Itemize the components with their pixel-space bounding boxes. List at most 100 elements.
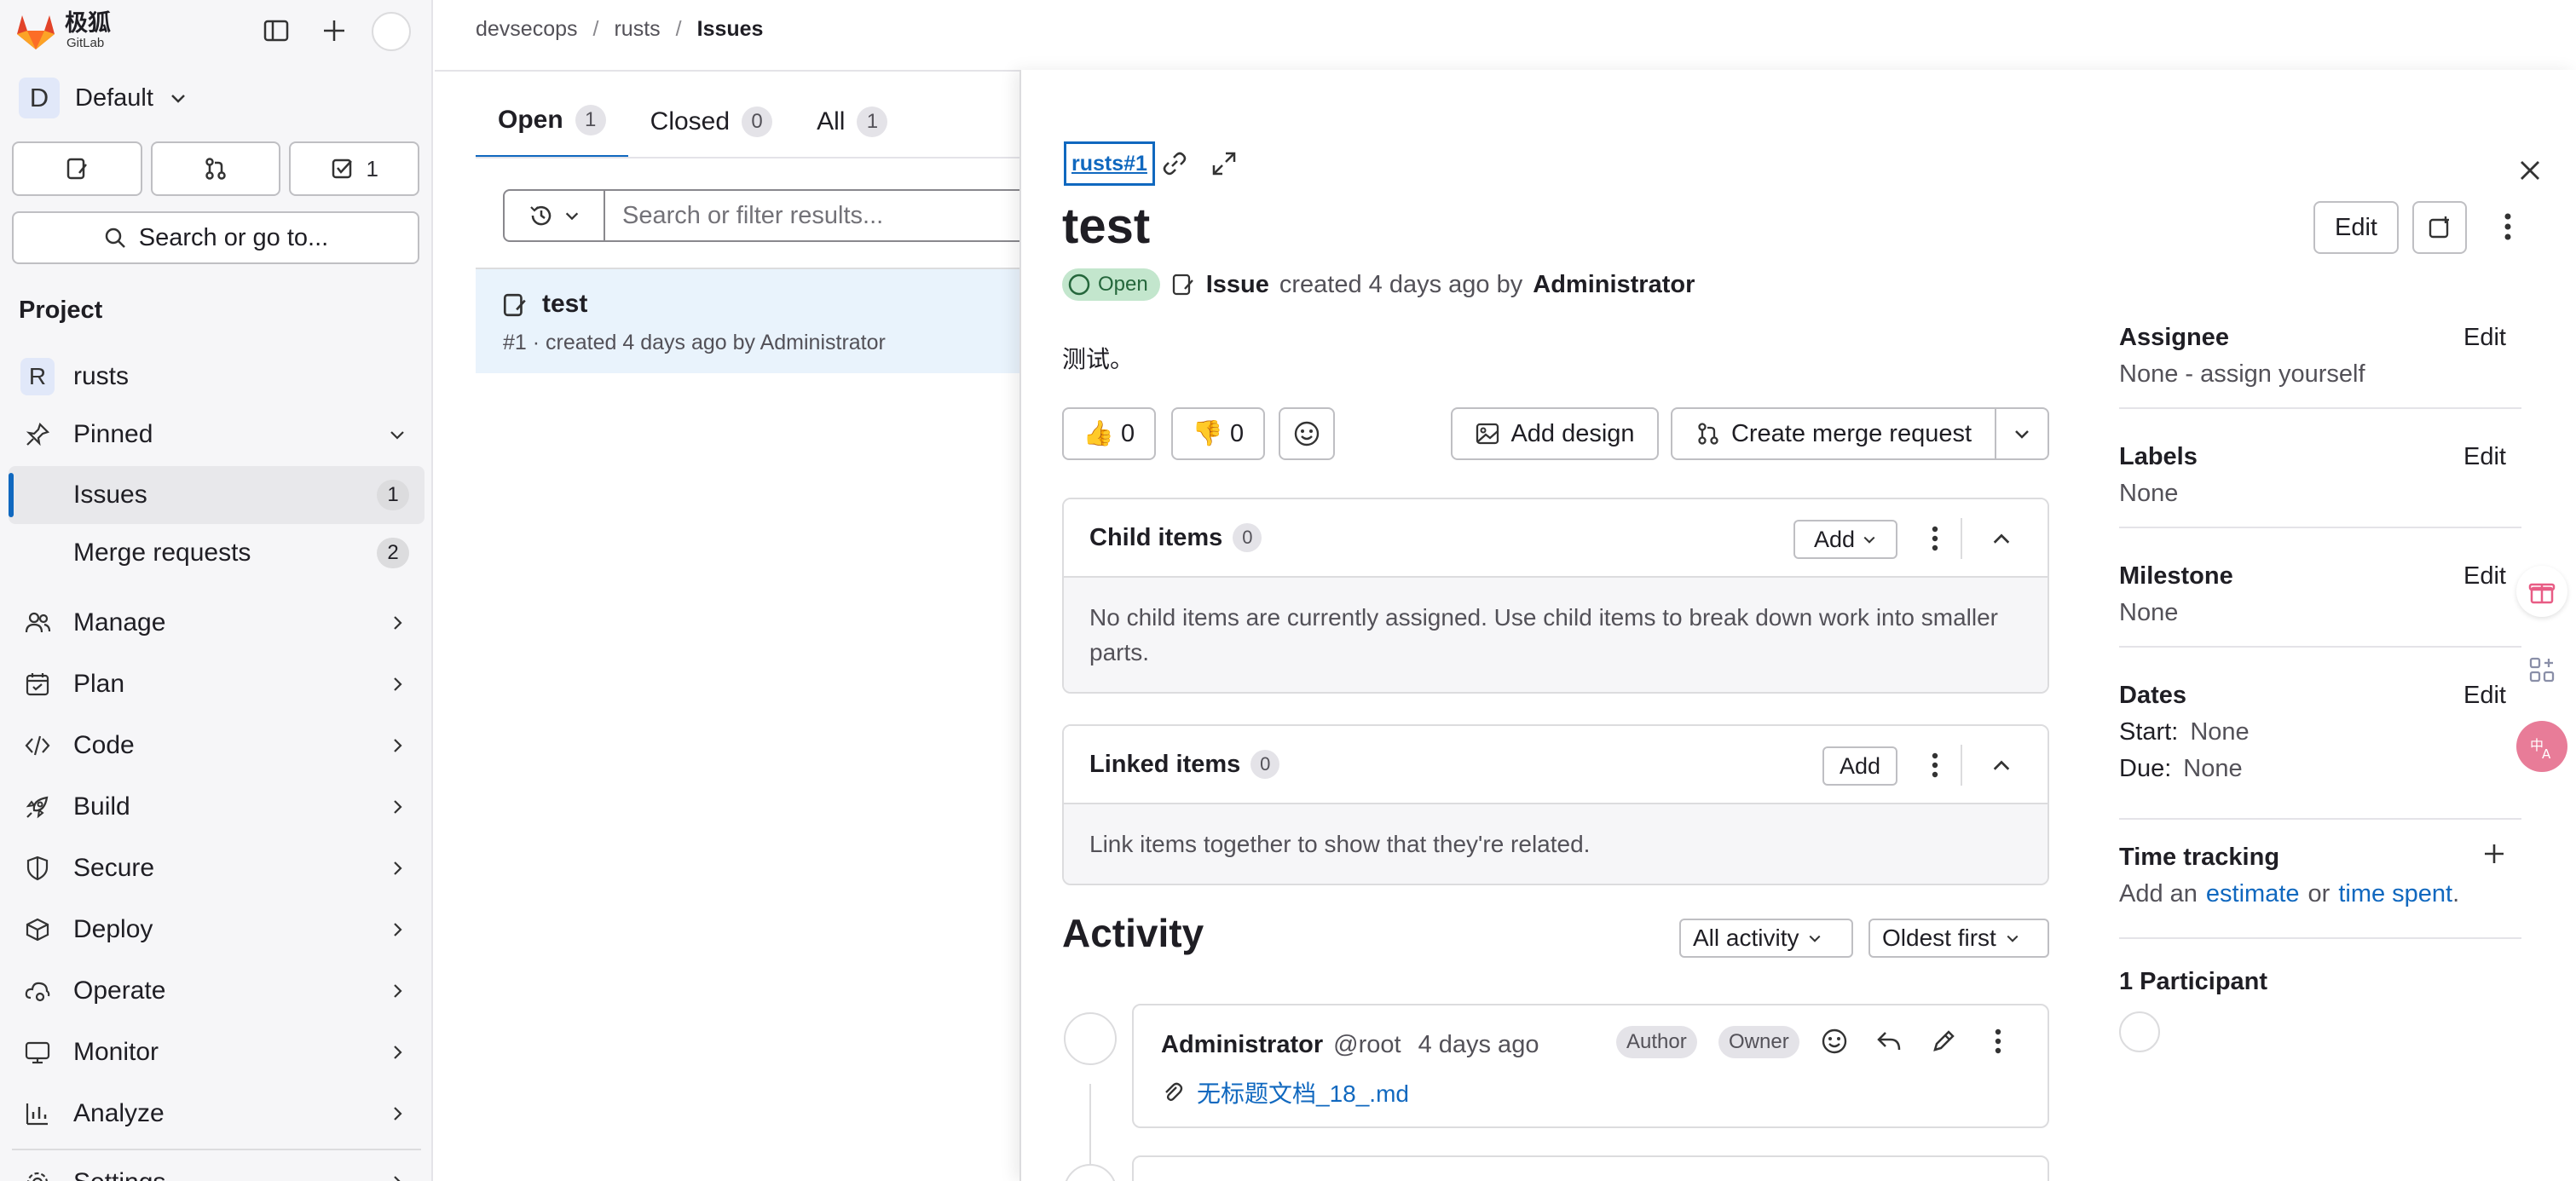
tab-open[interactable]: Open 1 <box>476 85 628 158</box>
collapse-chevron-up-icon[interactable] <box>1984 748 2019 782</box>
participant-avatar[interactable] <box>2119 1011 2160 1052</box>
merge-requests-count-button[interactable] <box>150 141 281 196</box>
link-icon[interactable] <box>1158 147 1192 181</box>
assignee-value[interactable]: None - assign yourself <box>2119 360 2520 389</box>
tab-all[interactable]: All 1 <box>794 85 910 158</box>
translate-icon[interactable]: 中A <box>2516 721 2567 772</box>
sidebar-item-analyze[interactable]: Analyze <box>9 1085 425 1143</box>
org-name: Default <box>75 84 153 112</box>
sidebar-item-label: Deploy <box>73 915 153 943</box>
issues-count-button[interactable] <box>12 141 142 196</box>
due-label: Due: <box>2119 755 2172 782</box>
close-icon[interactable] <box>2513 153 2547 187</box>
issue-reference-link[interactable]: rusts#1 <box>1064 141 1155 186</box>
create-merge-request-button[interactable]: Create merge request <box>1671 407 1996 460</box>
edit-pencil-icon[interactable] <box>1926 1024 1961 1058</box>
more-actions-icon[interactable] <box>1918 748 1952 782</box>
reply-icon[interactable] <box>1872 1024 1906 1058</box>
sidebar-item-issues[interactable]: Issues 1 <box>9 466 425 524</box>
estimate-link[interactable]: estimate <box>2206 880 2300 908</box>
select-value: Oldest first <box>1882 925 1996 951</box>
start-label: Start: <box>2119 718 2179 746</box>
edit-button[interactable]: Edit <box>2313 201 2399 254</box>
chevron-right-icon <box>385 918 409 942</box>
search-button[interactable]: Search or go to... <box>12 211 419 264</box>
select-value: All activity <box>1693 925 1799 951</box>
edit-assignee-button[interactable]: Edit <box>2463 324 2506 352</box>
sidebar-item-secure[interactable]: Secure <box>9 839 425 897</box>
list-item[interactable]: test #1 · created 4 days ago by Administ… <box>476 268 1055 373</box>
gitlab-logo-icon[interactable] <box>14 10 58 51</box>
time-spent-link[interactable]: time spent <box>2338 880 2452 908</box>
toggle-sidebar-icon[interactable] <box>257 12 295 49</box>
add-time-plus-icon[interactable] <box>2482 842 2506 873</box>
role-badge: Author <box>1616 1026 1697 1058</box>
search-icon <box>105 228 125 248</box>
sidebar-item-build[interactable]: Build <box>9 778 425 836</box>
activity-note: Administrator @root 4 days ago Author Ow… <box>1132 1004 2049 1128</box>
issue-meta: #1 · created 4 days ago by Administrator <box>503 331 886 354</box>
attachment-link[interactable]: 无标题文档_18_.md <box>1197 1075 1409 1109</box>
add-design-button[interactable]: Add design <box>1451 407 1659 460</box>
add-reaction-button[interactable] <box>1279 407 1335 460</box>
collapse-chevron-up-icon[interactable] <box>1984 521 2019 556</box>
gift-icon[interactable] <box>2516 566 2567 617</box>
more-actions-icon[interactable] <box>1918 521 1952 556</box>
pinned-section-toggle[interactable]: Pinned <box>9 406 425 464</box>
section-title: Dates <box>2119 682 2186 709</box>
note-author-avatar[interactable] <box>1064 1012 1117 1065</box>
thumbs-down-button[interactable]: 👎 0 <box>1171 407 1265 460</box>
sidebar-item-operate[interactable]: Operate <box>9 962 425 1020</box>
breadcrumb-item[interactable]: devsecops <box>476 17 578 42</box>
counts-bar: 1 <box>12 141 420 196</box>
thumbs-up-button[interactable]: 👍 0 <box>1062 407 1156 460</box>
search-input[interactable]: Search or filter results... <box>605 189 1083 242</box>
apps-grid-icon[interactable] <box>2516 644 2567 695</box>
add-linked-item-button[interactable]: Add <box>1822 746 1897 786</box>
project-link[interactable]: R rusts <box>9 348 425 406</box>
activity-filter-select[interactable]: All activity <box>1679 919 1853 958</box>
user-avatar[interactable] <box>372 12 411 51</box>
sidebar-item-code[interactable]: Code <box>9 717 425 775</box>
new-related-button[interactable] <box>2412 201 2467 254</box>
section-divider <box>2119 937 2521 939</box>
edit-milestone-button[interactable]: Edit <box>2463 562 2506 590</box>
edit-dates-button[interactable]: Edit <box>2463 682 2506 710</box>
merge-request-icon <box>1698 423 1718 445</box>
add-child-item-button[interactable]: Add <box>1793 520 1897 559</box>
issue-title[interactable]: test <box>542 290 587 319</box>
sidebar-item-plan[interactable]: Plan <box>9 655 425 713</box>
add-reaction-icon[interactable] <box>1817 1024 1851 1058</box>
tab-closed[interactable]: Closed 0 <box>628 85 794 158</box>
sidebar-item-settings[interactable]: Settings <box>9 1154 425 1181</box>
sidebar-item-manage[interactable]: Manage <box>9 594 425 652</box>
attachment[interactable]: 无标题文档_18_.md <box>1161 1075 1409 1109</box>
card-title: Child items <box>1089 523 1223 551</box>
author-name[interactable]: Administrator <box>1533 271 1695 299</box>
card-title: Linked items <box>1089 750 1241 778</box>
expand-icon[interactable] <box>1207 147 1241 181</box>
sidebar-item-deploy[interactable]: Deploy <box>9 901 425 959</box>
issue-type-icon <box>1172 274 1193 296</box>
recent-searches-button[interactable] <box>503 189 605 242</box>
more-actions-icon[interactable] <box>2491 210 2525 244</box>
assignee-section: Assignee Edit None - assign yourself <box>2119 324 2520 389</box>
logo-subtext: GitLab <box>66 36 105 50</box>
more-actions-icon[interactable] <box>1981 1024 2015 1058</box>
activity-sort-select[interactable]: Oldest first <box>1868 919 2049 958</box>
count-badge: 2 <box>377 538 409 568</box>
count-badge: 0 <box>1233 523 1262 552</box>
note-author-avatar[interactable] <box>1064 1164 1117 1181</box>
plus-icon[interactable] <box>315 12 353 49</box>
sidebar-item-merge-requests[interactable]: Merge requests 2 <box>9 524 425 582</box>
note-author-name[interactable]: Administrator <box>1161 1031 1323 1059</box>
todos-count-button[interactable]: 1 <box>289 141 420 196</box>
create-mr-options-button[interactable] <box>1995 407 2049 460</box>
org-switcher[interactable]: D Default <box>19 77 188 119</box>
chevron-down-icon <box>171 95 185 103</box>
sidebar-item-monitor[interactable]: Monitor <box>9 1023 425 1081</box>
note-time[interactable]: 4 days ago <box>1418 1031 1539 1059</box>
breadcrumb-current[interactable]: Issues <box>697 17 764 42</box>
breadcrumb-item[interactable]: rusts <box>614 17 660 42</box>
edit-labels-button[interactable]: Edit <box>2463 443 2506 471</box>
